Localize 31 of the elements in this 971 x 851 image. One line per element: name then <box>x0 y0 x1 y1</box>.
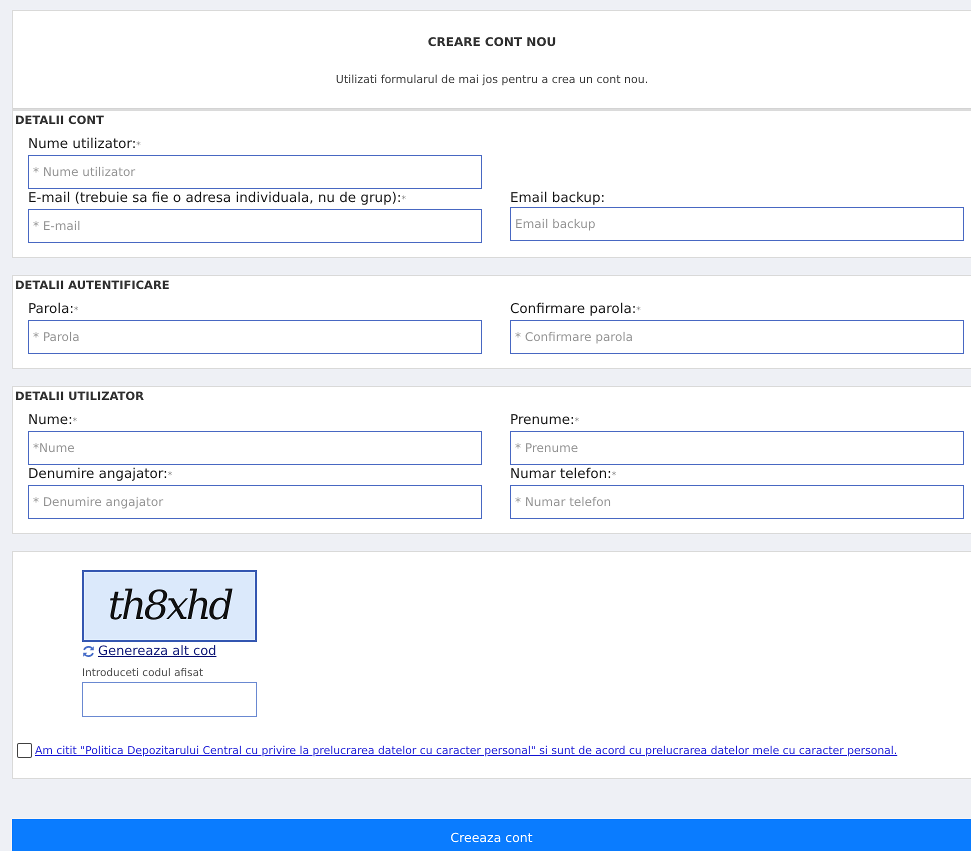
input-field[interactable]: *Nume <box>28 431 482 465</box>
captcha-input[interactable] <box>82 682 257 717</box>
captcha-image: th8xhd <box>82 570 257 642</box>
input-field[interactable]: * Confirmare parola <box>510 320 964 354</box>
section-title: DETALII AUTENTIFICARE <box>14 277 171 292</box>
consent-checkbox[interactable] <box>17 743 32 758</box>
input-field[interactable]: * Prenume <box>510 431 964 465</box>
submit-button[interactable]: Creeaza cont <box>12 819 971 851</box>
field-label: Confirmare parola:* <box>510 300 642 319</box>
refresh-icon <box>82 645 95 658</box>
input-field[interactable]: * E-mail <box>28 209 482 243</box>
form-title: CREARE CONT NOU <box>428 35 556 49</box>
refresh-link[interactable]: Genereaza alt cod <box>82 644 216 659</box>
input-field[interactable]: * Numar telefon <box>510 485 964 519</box>
field-label: Parola:* <box>28 300 80 319</box>
field-label: Prenume:* <box>510 411 580 430</box>
field-label: Nume utilizator:* <box>28 135 142 154</box>
consent-link[interactable]: Am citit "Politica Depozitarului Central cu privire la prelucrarea datelor cu caracter personal" si sunt de acord cu prelucrarea datelor mele cu caracter personal. <box>35 744 898 757</box>
input-field[interactable]: * Nume utilizator <box>28 155 482 189</box>
section-title: DETALII UTILIZATOR <box>14 388 146 403</box>
field-label: Email backup: <box>510 189 606 207</box>
field-label: Denumire angajator:* <box>28 465 174 484</box>
input-field[interactable]: * Denumire angajator <box>28 485 482 519</box>
field-label: E-mail (trebuie sa fie o adresa individuala, nu de grup):* <box>28 189 407 208</box>
captcha-label: Introduceti codul afisat <box>82 667 204 679</box>
input-field[interactable]: * Parola <box>28 320 482 354</box>
input-field[interactable]: Email backup <box>510 207 964 241</box>
section-title: DETALII CONT <box>14 112 105 127</box>
field-label: Numar telefon:* <box>510 465 618 484</box>
field-label: Nume:* <box>28 411 78 430</box>
form-subtitle: Utilizati formularul de mai jos pentru a crea un cont nou. <box>336 73 648 86</box>
